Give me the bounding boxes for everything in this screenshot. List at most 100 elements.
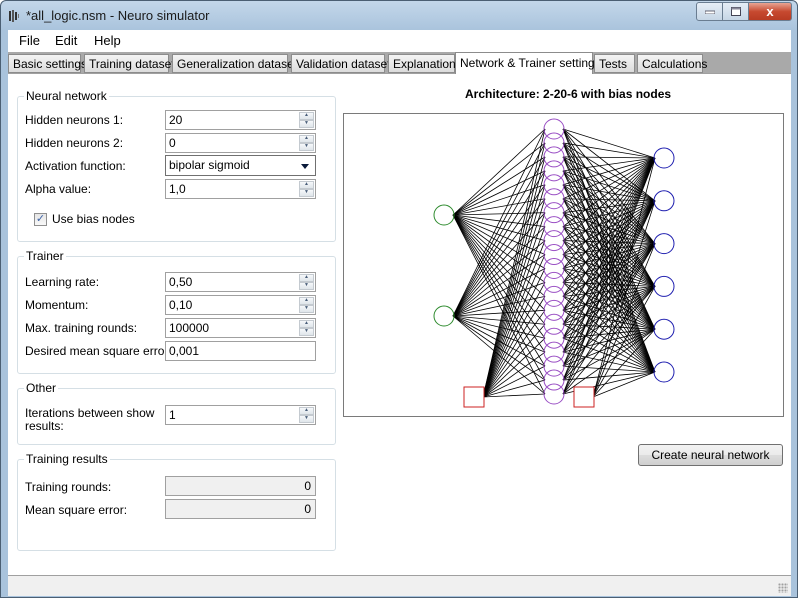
spin-down-icon[interactable]: ▼ [299,189,314,197]
tab-basic-settings[interactable]: Basic settings [8,54,87,73]
status-bar [8,575,791,596]
connection-hidden-output [562,142,656,159]
max-training-rounds-value: 100000 [169,321,210,335]
input-node [433,204,455,226]
activation-function-value: bipolar sigmoid [169,158,250,172]
spin-up-icon[interactable]: ▲ [299,181,314,189]
bias-node-input [463,386,485,408]
iterations-label: Iterations between show results: [25,406,155,433]
tab-validation-dataset[interactable]: Validation dataset [291,54,391,73]
tab-training-dataset[interactable]: Training dataset [84,54,175,73]
connection-hidden-output [562,328,656,395]
chevron-down-icon [301,164,309,169]
alpha-value-label: Alpha value: [25,182,92,196]
output-node [653,233,675,255]
momentum-value: 0,10 [169,298,193,312]
tab-tests[interactable]: Tests [594,54,635,73]
connection-bias-hidden [482,282,546,398]
connection-bias-hidden [482,212,546,398]
group-title: Other [24,381,59,395]
mean-square-error-value: 0 [165,499,316,519]
desired-mse-input[interactable] [165,341,316,361]
hidden-neurons-1-spinner[interactable]: 20 ▲ ▼ [165,110,316,130]
menu-file[interactable]: File [19,33,40,48]
tab-network-trainer-settings[interactable]: Network & Trainer settings [455,52,601,74]
momentum-spinner[interactable]: 0,10 ▲ ▼ [165,295,316,315]
connection-hidden-output [562,128,656,159]
use-bias-nodes-label[interactable]: Use bias nodes [52,212,135,226]
desired-mse-label: Desired mean square error: [25,344,172,358]
tab-explanations[interactable]: Explanations [388,54,462,73]
learning-rate-spinner[interactable]: 0,50 ▲ ▼ [165,272,316,292]
output-node [653,147,675,169]
training-rounds-label: Training rounds: [25,480,112,494]
connection-input-hidden [452,198,546,317]
input-node [433,305,455,327]
activation-function-label: Activation function: [25,159,126,173]
max-training-rounds-spinner[interactable]: 100000 ▲ ▼ [165,318,316,338]
maximize-icon [730,7,741,16]
app-window: *all_logic.nsm - Neuro simulator x File … [0,0,798,598]
iterations-value: 1 [169,408,176,422]
momentum-label: Momentum: [25,298,89,312]
use-bias-nodes-checkbox[interactable]: ✓ [34,213,47,226]
connection-input-hidden [452,128,546,216]
window-title: *all_logic.nsm - Neuro simulator [26,8,210,23]
activation-function-dropdown[interactable]: bipolar sigmoid [165,155,316,176]
iterations-spinner[interactable]: 1 ▲ ▼ [165,405,316,425]
network-diagram-svg [433,118,675,408]
max-training-rounds-label: Max. training rounds: [25,321,138,335]
connection-input-hidden [452,212,546,216]
learning-rate-value: 0,50 [169,275,193,289]
title-bar[interactable]: *all_logic.nsm - Neuro simulator x [1,1,797,31]
menu-help[interactable]: Help [94,33,121,48]
spin-down-icon[interactable]: ▼ [299,282,314,290]
hidden-neurons-2-spinner[interactable]: 0 ▲ ▼ [165,133,316,153]
spin-up-icon[interactable]: ▲ [299,407,314,415]
spin-up-icon[interactable]: ▲ [299,274,314,282]
tab-calculations[interactable]: Calculations [637,54,707,73]
other-group: Other Iterations between show results: 1… [17,381,336,445]
output-node [653,275,675,297]
menu-edit[interactable]: Edit [55,33,77,48]
hidden-node [543,383,565,405]
connection-hidden-output [562,170,656,244]
network-diagram [343,113,784,417]
spin-up-icon[interactable]: ▲ [299,320,314,328]
spin-down-icon[interactable]: ▼ [299,143,314,151]
close-button[interactable]: x [749,2,792,21]
hidden-neurons-1-value: 20 [169,113,183,127]
minimize-button[interactable] [696,2,723,21]
resize-grip-icon[interactable] [778,583,788,593]
mean-square-error-label: Mean square error: [25,503,128,517]
output-node [653,318,675,340]
alpha-value-spinner[interactable]: 1,0 ▲ ▼ [165,179,316,199]
training-results-group: Training results Training rounds: 0 Mean… [17,452,336,551]
spin-up-icon[interactable]: ▲ [299,297,314,305]
close-icon: x [766,4,774,19]
spin-up-icon[interactable]: ▲ [299,112,314,120]
spin-down-icon[interactable]: ▼ [299,305,314,313]
training-rounds-value: 0 [165,476,316,496]
spin-down-icon[interactable]: ▼ [299,328,314,336]
output-node [653,361,675,383]
alpha-value-value: 1,0 [169,182,186,196]
hidden-neurons-2-value: 0 [169,136,176,150]
trainer-group: Trainer Learning rate: 0,50 ▲ ▼ Momentum:… [17,249,336,374]
output-node [653,190,675,212]
create-neural-network-button[interactable]: Create neural network [638,444,783,466]
spin-down-icon[interactable]: ▼ [299,120,314,128]
menu-bar: File Edit Help [8,30,791,52]
bias-node-hidden [573,386,595,408]
spin-up-icon[interactable]: ▲ [299,135,314,143]
connections [452,128,656,398]
hidden-neurons-2-label: Hidden neurons 2: [25,136,124,150]
maximize-button[interactable] [723,2,749,21]
app-icon [9,10,19,22]
tab-generalization-dataset[interactable]: Generalization dataset [172,54,297,73]
connection-hidden-output [562,371,656,381]
minimize-icon [704,10,715,14]
connection-bias-hidden [482,310,546,398]
group-title: Neural network [24,89,109,103]
spin-down-icon[interactable]: ▼ [299,415,314,423]
